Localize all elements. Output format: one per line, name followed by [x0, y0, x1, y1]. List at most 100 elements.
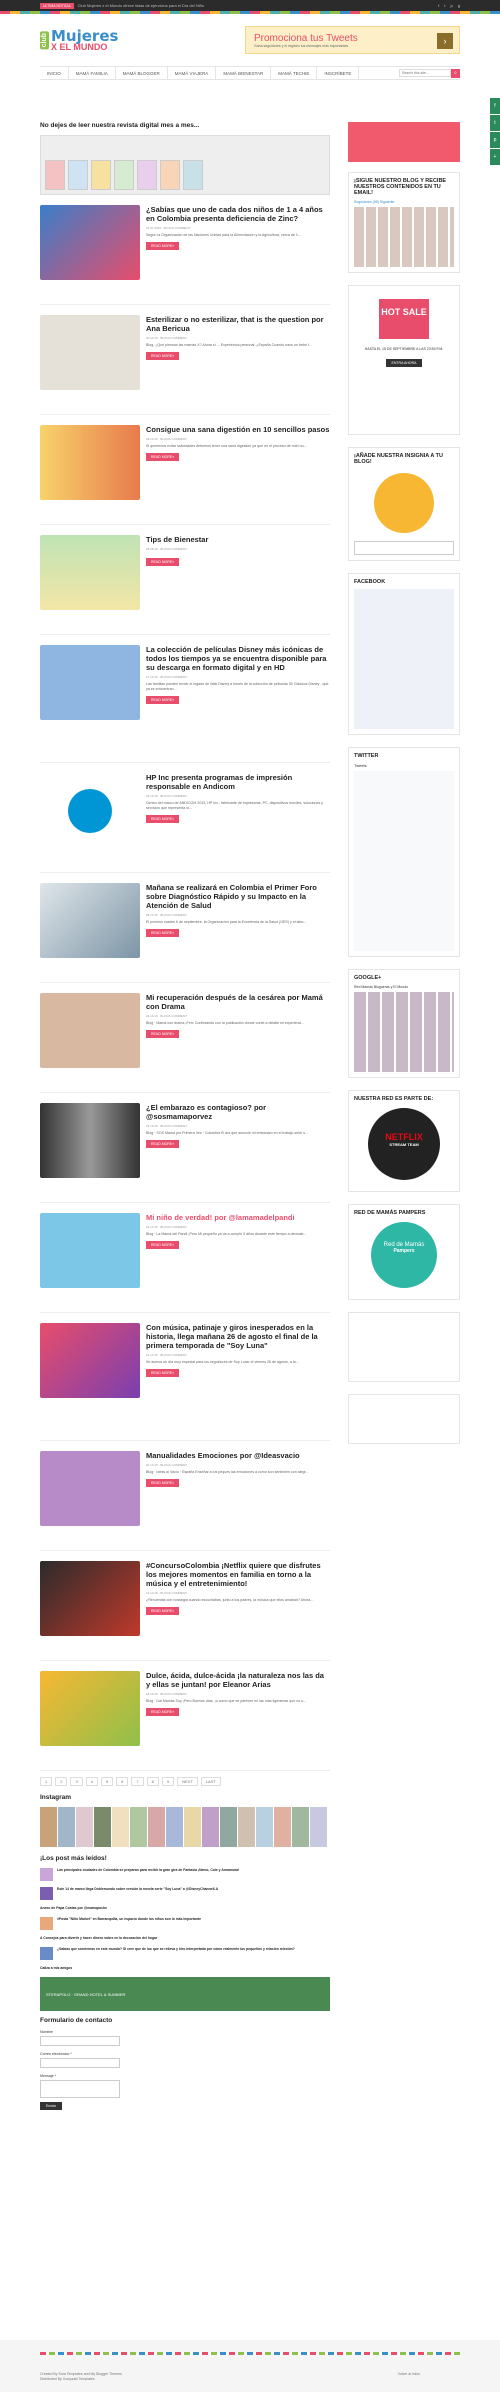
post-title[interactable]: Consigue una sana digestión en 10 sencil… [146, 425, 330, 434]
nav-inicio[interactable]: INICIO [40, 66, 69, 80]
share-pinterest-icon[interactable]: p [490, 132, 500, 148]
gplus-icon[interactable]: g [458, 3, 460, 8]
sidebar-ad-rosa[interactable] [348, 1312, 460, 1382]
instagram-photo[interactable] [202, 1807, 219, 1847]
post-thumbnail[interactable] [40, 315, 140, 390]
facebook-embed[interactable] [354, 589, 454, 729]
hotsale-button[interactable]: ENTRA AHORA [385, 359, 423, 367]
post-thumbnail[interactable] [40, 425, 140, 500]
post-thumbnail[interactable] [40, 1671, 140, 1746]
popular-title[interactable]: ¿Sabías que sonríemos en este mundo? Si … [57, 1947, 295, 1960]
post-thumbnail[interactable] [40, 993, 140, 1068]
post-title[interactable]: #ConcursoColombia ¡Netflix quiere que di… [146, 1561, 330, 1588]
netflix-badge[interactable]: NETFLIX STREAM TEAM [368, 1108, 440, 1180]
pampers-badge[interactable]: Red de Mamás Pampers [371, 1222, 437, 1288]
share-more-icon[interactable]: + [490, 149, 500, 165]
popular-title[interactable]: #Posta "Niño Market" en Barranquilla, un… [57, 1917, 201, 1930]
nav-inscribete[interactable]: INSCRÍBETE [317, 66, 360, 80]
popular-title[interactable]: Anexo de Papa Costas por @mamapuche [40, 1906, 107, 1911]
instagram-photo[interactable] [238, 1807, 255, 1847]
name-field[interactable] [40, 2036, 120, 2046]
last-page-link[interactable]: LAST [200, 1777, 221, 1786]
popular-item[interactable]: Este 14 de marzo llega Doblemundo sobre … [40, 1887, 330, 1900]
send-button[interactable]: Enviar [40, 2102, 62, 2110]
google-page-name[interactable]: Red Mamás Blogueras y El Mundo [354, 985, 454, 989]
instagram-photo[interactable] [130, 1807, 147, 1847]
post-thumbnail[interactable] [40, 1103, 140, 1178]
magazine-cover[interactable] [45, 160, 65, 190]
facebook-icon[interactable]: f [438, 3, 439, 8]
followers-label[interactable]: Seguidores (95) Siguiente [354, 200, 454, 204]
read-more-button[interactable]: READ MORE» [146, 352, 180, 360]
magazine-cover[interactable] [160, 160, 180, 190]
popular-title[interactable]: Este 14 de marzo llega Doblemundo sobre … [57, 1887, 218, 1900]
post-thumbnail[interactable] [40, 1323, 140, 1398]
popular-title[interactable]: Caliza a mis amigos [40, 1966, 72, 1971]
magazine-cover[interactable] [68, 160, 88, 190]
post-title[interactable]: Tips de Bienestar [146, 535, 330, 544]
google-members[interactable] [354, 992, 454, 1072]
instagram-photo[interactable] [148, 1807, 165, 1847]
magazine-cover[interactable] [114, 160, 134, 190]
instagram-photo[interactable] [166, 1807, 183, 1847]
blog-badge-image[interactable] [374, 473, 434, 533]
post-thumbnail[interactable] [40, 1213, 140, 1288]
post-title[interactable]: HP Inc presenta programas de impresión r… [146, 773, 330, 791]
nav-viajera[interactable]: MAMÁ VIAJERA [168, 66, 217, 80]
instagram-photo[interactable] [58, 1807, 75, 1847]
pinterest-icon[interactable]: p [451, 3, 453, 8]
page-link[interactable]: 5 [100, 1777, 114, 1786]
footer-credit-line2[interactable]: Distributed By Gooyaabi Templates [40, 2377, 122, 2382]
page-link[interactable]: 9 [161, 1777, 175, 1786]
post-title[interactable]: Con música, patinaje y giros inesperados… [146, 1323, 330, 1350]
read-more-button[interactable]: READ MORE» [146, 453, 180, 461]
page-link[interactable]: 4 [85, 1777, 98, 1786]
badge-code-box[interactable] [354, 541, 454, 555]
instagram-photo[interactable] [274, 1807, 291, 1847]
instagram-photo[interactable] [310, 1807, 327, 1847]
magazine-cover[interactable] [91, 160, 111, 190]
post-title[interactable]: Mi niño de verdad! por @lamamadelpandi [146, 1213, 330, 1222]
popular-item[interactable]: Anexo de Papa Costas por @mamapuche [40, 1906, 330, 1911]
read-more-button[interactable]: READ MORE» [146, 815, 180, 823]
nav-techie[interactable]: MAMÁ TECHIE [271, 66, 318, 80]
instagram-photo[interactable] [292, 1807, 309, 1847]
read-more-button[interactable]: READ MORE» [146, 1479, 180, 1487]
popular-item[interactable]: Caliza a mis amigos [40, 1966, 330, 1971]
post-title[interactable]: Mi recuperación después de la cesárea po… [146, 993, 330, 1011]
share-twitter-icon[interactable]: t [490, 115, 500, 131]
post-thumbnail[interactable] [40, 205, 140, 280]
instagram-photo[interactable] [256, 1807, 273, 1847]
promo-arrow-icon[interactable]: › [437, 33, 453, 49]
popular-title[interactable]: A Consejos para divertir y hacer dinero … [40, 1936, 157, 1941]
magazine-cover[interactable] [183, 160, 203, 190]
post-thumbnail[interactable] [40, 535, 140, 610]
nav-familia[interactable]: MAMÁ FAMILIA [69, 66, 116, 80]
read-more-button[interactable]: READ MORE» [146, 1030, 180, 1038]
nav-bienestar[interactable]: MAMÁ BIENESTAR [216, 66, 272, 80]
page-link[interactable]: 2 [55, 1777, 68, 1786]
post-title[interactable]: La colección de películas Disney más icó… [146, 645, 330, 672]
page-link[interactable]: 6 [116, 1777, 129, 1786]
read-more-button[interactable]: READ MORE» [146, 696, 180, 704]
read-more-button[interactable]: READ MORE» [146, 242, 180, 250]
promo-banner[interactable]: Promociona tus Tweets Gana seguidores y … [245, 26, 460, 54]
post-thumbnail[interactable] [40, 1451, 140, 1526]
magazine-cover[interactable] [137, 160, 157, 190]
search-icon[interactable]: ⌕ [451, 68, 460, 78]
site-logo[interactable]: club Mujeres X EL MUNDO [40, 28, 118, 52]
twitter-icon[interactable]: t [444, 3, 445, 8]
page-link[interactable]: 1 [40, 1777, 53, 1786]
tweets-label[interactable]: Tweets [354, 763, 454, 768]
share-facebook-icon[interactable]: f [490, 98, 500, 114]
post-thumbnail[interactable] [40, 645, 140, 720]
ad-banner[interactable]: STERAPOLO · GRAND HOTEL & SUMMER [40, 1977, 330, 2011]
read-more-button[interactable]: READ MORE» [146, 1607, 180, 1615]
back-to-top-link[interactable]: Volver al inicio [398, 2372, 420, 2376]
read-more-button[interactable]: READ MORE» [146, 1708, 180, 1716]
post-title[interactable]: Mañana se realizará en Colombia el Prime… [146, 883, 330, 910]
page-link[interactable]: 8 [146, 1777, 159, 1786]
popular-item[interactable]: A Consejos para divertir y hacer dinero … [40, 1936, 330, 1941]
sidebar-top-banner[interactable] [348, 122, 460, 162]
sidebar-ad-event[interactable] [348, 1394, 460, 1444]
